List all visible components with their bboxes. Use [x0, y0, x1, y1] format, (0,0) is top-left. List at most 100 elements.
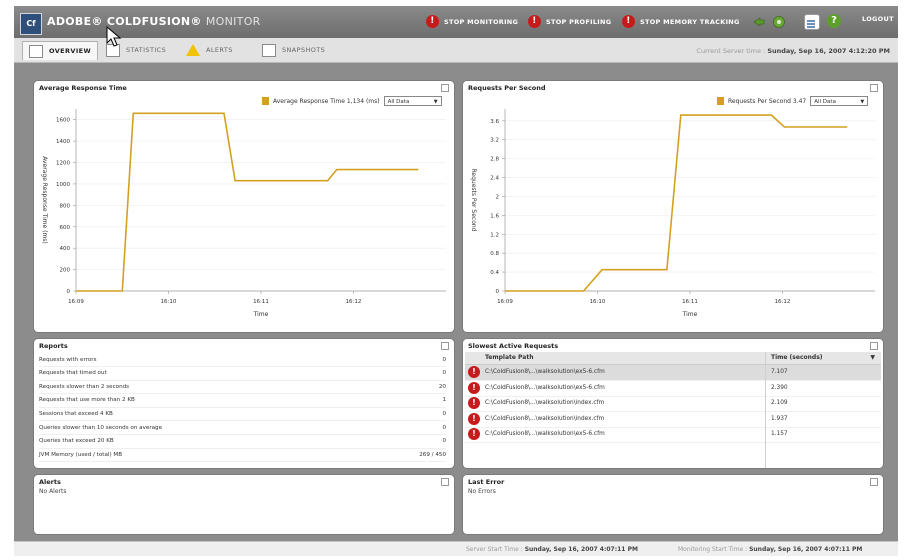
table-row[interactable]: ! C:\ColdFusion8\...\walksolution\ex5-6.c…: [465, 427, 881, 443]
report-value: 0: [442, 438, 446, 445]
report-row[interactable]: Requests that timed out 0: [39, 367, 446, 381]
report-row[interactable]: Sessions that exceed 4 KB 0: [39, 407, 446, 422]
report-label: Sessions that exceed 4 KB: [39, 410, 113, 417]
y-tick-label: 600: [60, 225, 71, 231]
tab-alerts[interactable]: ALERTS: [180, 41, 239, 59]
series-line: [505, 114, 848, 292]
col-template-path[interactable]: Template Path: [485, 354, 533, 361]
status-bar: Server Start Time : Sunday, Sep 16, 2007…: [14, 541, 898, 556]
requests-per-second-panel: Requests Per Second Requests Per Second …: [462, 80, 884, 333]
tab-alerts-label: ALERTS: [206, 46, 233, 54]
x-tick-label: 16:12: [775, 299, 791, 305]
server-time-label: Current Server time :: [696, 47, 766, 55]
col-time-seconds[interactable]: Time (seconds): [771, 354, 823, 361]
tab-overview[interactable]: OVERVIEW: [22, 41, 99, 60]
time-cell: 2.390: [771, 384, 788, 391]
maximize-icon[interactable]: [870, 478, 878, 486]
y-tick-label: 3.2: [490, 138, 499, 144]
server-start-label: Server Start Time :: [466, 546, 523, 553]
report-value: 269 / 450: [419, 451, 446, 458]
brand-suffix: MONITOR: [205, 15, 261, 28]
tab-snapshots-label: SNAPSHOTS: [282, 46, 326, 54]
report-label: JVM Memory (used / total) MB: [39, 451, 123, 458]
tab-overview-label: OVERVIEW: [49, 47, 92, 55]
mouse-cursor-icon: [106, 26, 122, 47]
template-path-cell: C:\ColdFusion8\...\walksolution\index.cf…: [485, 415, 605, 422]
alert-icon: !: [468, 397, 480, 409]
server-start-value: Sunday, Sep 16, 2007 4:07:11 PM: [524, 546, 638, 553]
titlebar: Cf ADOBE® COLDFUSION® MONITOR ! STOP MON…: [14, 6, 898, 38]
current-server-time: Current Server time : Sunday, Sep 16, 20…: [696, 47, 890, 55]
settings-icon[interactable]: [772, 14, 786, 28]
tab-statistics-label: STATISTICS: [126, 46, 167, 54]
y-axis-label: Average Response Time (ms): [41, 156, 48, 244]
x-axis-label: Time: [682, 311, 698, 318]
stop-profiling-label: STOP PROFILING: [546, 17, 612, 26]
x-tick-label: 16:11: [253, 299, 269, 305]
x-tick-label: 16:09: [68, 299, 84, 305]
report-label: Requests that timed out: [39, 370, 107, 377]
y-tick-label: 2.4: [490, 176, 499, 182]
report-row[interactable]: Requests that use more than 2 KB 1: [39, 394, 446, 408]
report-value: 1: [442, 397, 446, 404]
list-icon[interactable]: [804, 14, 820, 30]
help-icon[interactable]: ?: [827, 14, 841, 28]
tab-snapshots[interactable]: SNAPSHOTS: [256, 41, 331, 59]
y-tick-label: 200: [60, 268, 71, 274]
y-tick-label: 0: [496, 289, 500, 295]
time-cell: 2.109: [771, 400, 788, 406]
monitoring-start-value: Sunday, Sep 16, 2007 4:07:11 PM: [749, 546, 863, 553]
alert-icon: !: [468, 366, 480, 378]
slowest-title: Slowest Active Requests: [468, 342, 559, 350]
report-row[interactable]: Requests slower than 2 seconds 20: [39, 380, 446, 395]
stop-monitoring-label: STOP MONITORING: [444, 17, 519, 26]
refresh-icon[interactable]: [752, 14, 766, 28]
last-error-panel: Last Error No Errors: [462, 474, 884, 535]
table-row[interactable]: ! C:\ColdFusion8\...\walksolution\ex5-6.c…: [465, 381, 881, 397]
overview-icon: [29, 44, 43, 58]
avg-response-panel: Average Response Time Average Response T…: [33, 80, 455, 333]
y-tick-label: 1.2: [490, 232, 499, 238]
stop-monitoring-button[interactable]: ! STOP MONITORING: [426, 15, 518, 28]
sort-down-icon[interactable]: ▼: [870, 354, 875, 361]
y-tick-label: 0.8: [490, 251, 499, 257]
report-label: Requests that use more than 2 KB: [39, 397, 135, 404]
table-row[interactable]: ! C:\ColdFusion8\...\walksolution\index.c…: [465, 412, 881, 428]
time-cell: 1.157: [771, 431, 788, 437]
table-row[interactable]: ! C:\ColdFusion8\...\walksolution\ex5-6.c…: [465, 365, 881, 381]
x-tick-label: 16:12: [346, 299, 362, 305]
x-tick-label: 16:11: [682, 299, 698, 305]
column-divider: [765, 352, 766, 468]
series-line: [76, 112, 419, 292]
x-axis-label: Time: [253, 311, 269, 318]
report-row[interactable]: Queries that exceed 20 KB 0: [39, 435, 446, 449]
alert-icon: !: [468, 428, 480, 440]
table-row[interactable]: ! C:\ColdFusion8\...\walksolution\index.c…: [465, 396, 881, 412]
reports-title: Reports: [39, 342, 68, 350]
x-tick-label: 16:10: [161, 299, 177, 305]
report-value: 0: [442, 356, 446, 363]
maximize-icon[interactable]: [441, 478, 449, 486]
report-row[interactable]: JVM Memory (used / total) MB 269 / 450: [39, 448, 446, 463]
y-tick-label: 0: [67, 289, 71, 295]
y-tick-label: 1.6: [490, 213, 499, 219]
slowest-requests-panel: Slowest Active Requests Template Path Ti…: [462, 338, 884, 469]
y-tick-label: 1400: [56, 139, 70, 145]
slowest-table-header: Template Path Time (seconds) ▼: [465, 352, 881, 365]
maximize-icon[interactable]: [870, 342, 878, 350]
stop-profiling-button[interactable]: ! STOP PROFILING: [528, 15, 611, 28]
maximize-icon[interactable]: [441, 342, 449, 350]
report-value: 0: [442, 370, 446, 377]
y-tick-label: 1600: [56, 118, 70, 124]
monitoring-start-time: Monitoring Start Time : Sunday, Sep 16, …: [678, 546, 862, 553]
y-tick-label: 0.4: [490, 270, 499, 276]
report-row[interactable]: Requests with errors 0: [39, 353, 446, 367]
report-row[interactable]: Queries slower than 10 seconds on averag…: [39, 421, 446, 435]
logout-button[interactable]: LOGOUT: [862, 15, 894, 23]
stop-memory-tracking-button[interactable]: ! STOP MEMORY TRACKING: [622, 15, 740, 28]
template-path-cell: C:\ColdFusion8\...\walksolution\ex5-6.cf…: [485, 384, 605, 391]
stop-memory-tracking-label: STOP MEMORY TRACKING: [640, 17, 740, 26]
alerts-title: Alerts: [39, 478, 61, 486]
alerts-text: No Alerts: [39, 488, 67, 495]
warning-icon: [186, 44, 200, 56]
